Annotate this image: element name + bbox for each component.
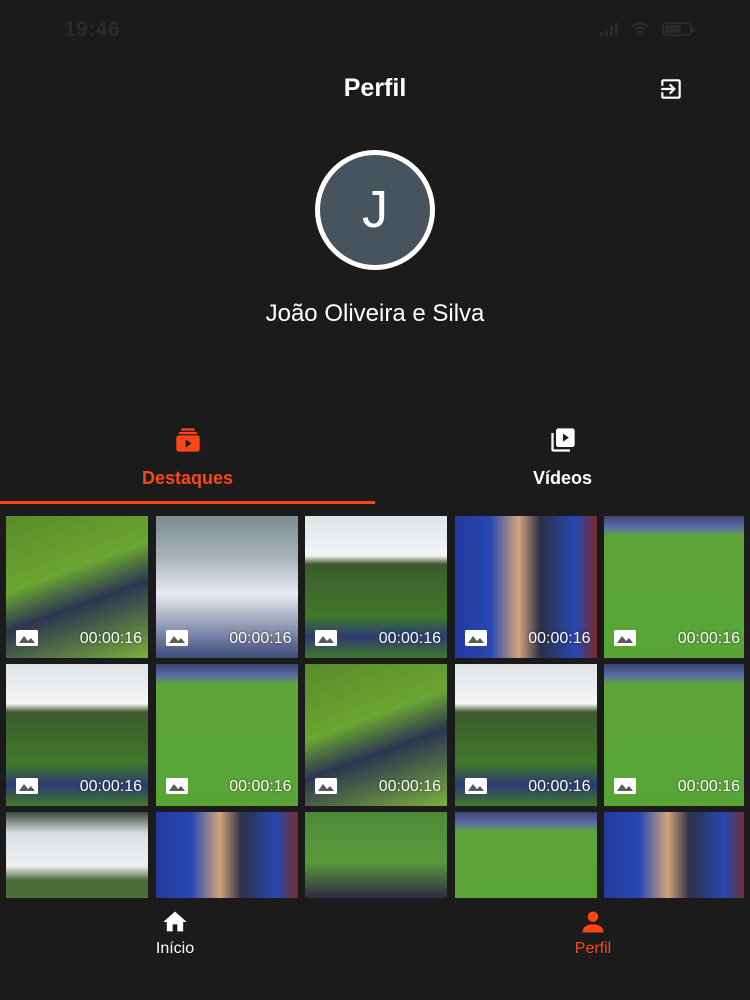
highlight-thumbnail[interactable]: 00:00:16 [604, 664, 744, 806]
image-icon [315, 630, 337, 646]
logout-icon [661, 79, 681, 99]
highlight-thumbnail[interactable]: 00:00:16 [6, 664, 148, 806]
highlight-thumbnail[interactable]: 00:00:16 [454, 664, 597, 806]
highlights-grid: 00:00:16 00:00:16 00:00:16 00:00:16 00:00:16… [6, 516, 744, 898]
thumbnail-duration: 00:00:16 [378, 630, 441, 647]
user-name: João Oliveira e Silva [265, 300, 485, 327]
image-icon [464, 778, 487, 794]
nav-home[interactable]: Início [115, 908, 235, 958]
nav-profile[interactable]: Perfil [533, 908, 653, 958]
image-icon [614, 778, 636, 794]
image-icon [16, 778, 38, 794]
highlight-thumbnail[interactable] [155, 812, 298, 898]
highlight-thumbnail[interactable] [305, 812, 447, 898]
wifi-icon [631, 22, 649, 35]
thumbnail-duration: 00:00:16 [677, 778, 740, 795]
status-bar: 19:46 [0, 0, 750, 60]
thumbnail-image [604, 812, 744, 898]
thumbnail-duration: 00:00:16 [229, 778, 292, 795]
active-tab-indicator [0, 501, 375, 504]
thumbnail-duration: 00:00:16 [79, 778, 142, 795]
thumbnail-duration: 00:00:16 [79, 630, 142, 647]
profile-icon [582, 911, 604, 933]
thumbnail-duration: 00:00:16 [229, 630, 292, 647]
image-icon [165, 778, 188, 794]
thumbnail-image [305, 812, 447, 898]
highlight-thumbnail[interactable]: 00:00:16 [155, 516, 298, 658]
highlight-thumbnail[interactable]: 00:00:16 [155, 664, 298, 806]
nav-profile-label: Perfil [574, 940, 612, 957]
tab-highlights[interactable]: Destaques [0, 420, 375, 506]
image-icon [464, 630, 487, 646]
tab-videos[interactable]: Vídeos [375, 420, 750, 506]
thumbnail-image [454, 812, 597, 898]
avatar[interactable]: J [315, 150, 435, 270]
highlight-thumbnail[interactable]: 00:00:16 [604, 516, 744, 658]
thumbnail-duration: 00:00:16 [378, 778, 441, 795]
thumbnail-duration: 00:00:16 [528, 630, 591, 647]
highlight-thumbnail[interactable]: 00:00:16 [454, 516, 597, 658]
home-icon [163, 911, 187, 932]
image-icon [165, 630, 188, 646]
image-icon [614, 630, 636, 646]
status-time: 19:46 [64, 18, 121, 41]
tab-highlights-label: Destaques [141, 468, 234, 488]
highlight-thumbnail[interactable]: 00:00:16 [305, 664, 447, 806]
highlights-icon [175, 428, 200, 452]
video-library-icon [550, 428, 575, 452]
thumbnail-duration: 00:00:16 [677, 630, 740, 647]
logout-button[interactable] [656, 74, 686, 104]
cellular-signal-icon [600, 22, 618, 36]
avatar-initial: J [320, 155, 430, 265]
profile-tabs: Destaques Vídeos [0, 420, 750, 506]
highlight-thumbnail[interactable] [6, 812, 148, 898]
thumbnail-image [155, 812, 298, 898]
highlight-thumbnail[interactable] [604, 812, 744, 898]
highlight-thumbnail[interactable] [454, 812, 597, 898]
battery-icon [662, 22, 695, 36]
highlight-thumbnail[interactable]: 00:00:16 [6, 516, 148, 658]
page-title: Perfil [343, 74, 407, 102]
image-icon [16, 630, 38, 646]
tab-videos-label: Vídeos [532, 468, 593, 488]
image-icon [315, 778, 337, 794]
bottom-navigation: Início Perfil [0, 898, 750, 1000]
status-icons [600, 22, 695, 36]
highlight-thumbnail[interactable]: 00:00:16 [305, 516, 447, 658]
thumbnail-duration: 00:00:16 [528, 778, 591, 795]
nav-home-label: Início [155, 940, 195, 957]
thumbnail-image [6, 812, 148, 898]
